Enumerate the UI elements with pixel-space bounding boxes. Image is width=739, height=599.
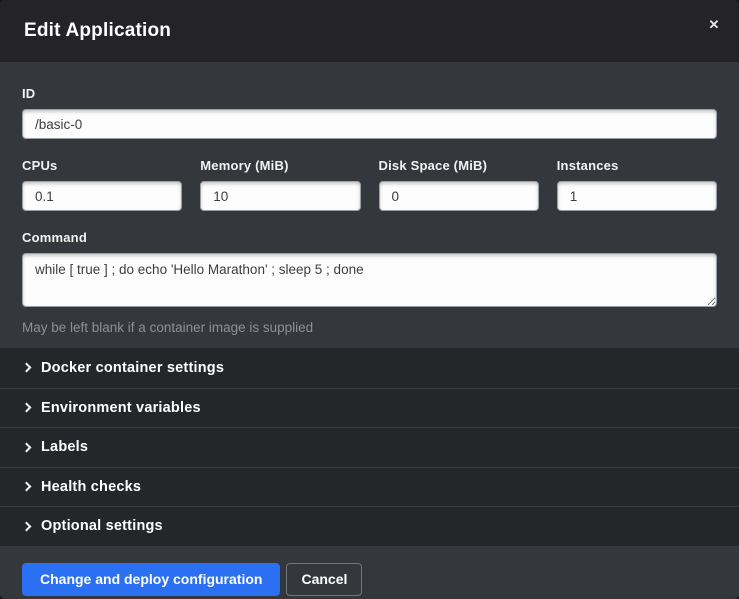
cpus-label: CPUs — [22, 158, 182, 173]
cpus-input[interactable] — [22, 181, 182, 211]
section-docker-container-settings[interactable]: Docker container settings — [0, 348, 739, 388]
section-label: Docker container settings — [41, 360, 224, 376]
disk-label: Disk Space (MiB) — [379, 158, 539, 173]
collapsible-sections: Docker container settings Environment va… — [0, 348, 739, 546]
section-label: Labels — [41, 439, 88, 455]
cpus-field-group: CPUs — [22, 158, 182, 211]
memory-input[interactable] — [200, 181, 360, 211]
chevron-right-icon — [22, 363, 32, 373]
resources-row: CPUs Memory (MiB) Disk Space (MiB) Insta… — [22, 158, 717, 211]
disk-field-group: Disk Space (MiB) — [379, 158, 539, 211]
section-label: Environment variables — [41, 400, 201, 416]
memory-label: Memory (MiB) — [200, 158, 360, 173]
section-health-checks[interactable]: Health checks — [0, 467, 739, 507]
section-labels[interactable]: Labels — [0, 427, 739, 467]
chevron-right-icon — [22, 482, 32, 492]
id-input[interactable] — [22, 109, 717, 139]
instances-label: Instances — [557, 158, 717, 173]
section-label: Health checks — [41, 479, 141, 495]
command-textarea[interactable]: while [ true ] ; do echo 'Hello Marathon… — [22, 253, 717, 307]
command-helper-text: May be left blank if a container image i… — [22, 320, 717, 335]
section-optional-settings[interactable]: Optional settings — [0, 506, 739, 546]
instances-field-group: Instances — [557, 158, 717, 211]
section-label: Optional settings — [41, 518, 163, 534]
chevron-right-icon — [22, 442, 32, 452]
modal-title: Edit Application — [24, 20, 171, 42]
edit-application-modal: Edit Application ✕ ID CPUs Memory (MiB) … — [0, 0, 739, 599]
memory-field-group: Memory (MiB) — [200, 158, 360, 211]
close-icon[interactable]: ✕ — [703, 14, 725, 36]
change-and-deploy-button[interactable]: Change and deploy configuration — [22, 563, 280, 596]
modal-header: Edit Application ✕ — [0, 0, 739, 62]
command-field-group: Command while [ true ] ; do echo 'Hello … — [22, 230, 717, 335]
modal-footer: Change and deploy configuration Cancel — [0, 546, 739, 599]
chevron-right-icon — [22, 521, 32, 531]
instances-input[interactable] — [557, 181, 717, 211]
application-form: ID CPUs Memory (MiB) Disk Space (MiB) In… — [0, 62, 739, 348]
cancel-button[interactable]: Cancel — [286, 563, 362, 596]
command-label: Command — [22, 230, 717, 245]
section-environment-variables[interactable]: Environment variables — [0, 388, 739, 428]
disk-input[interactable] — [379, 181, 539, 211]
chevron-right-icon — [22, 403, 32, 413]
id-label: ID — [22, 86, 717, 101]
id-field-group: ID — [22, 86, 717, 139]
